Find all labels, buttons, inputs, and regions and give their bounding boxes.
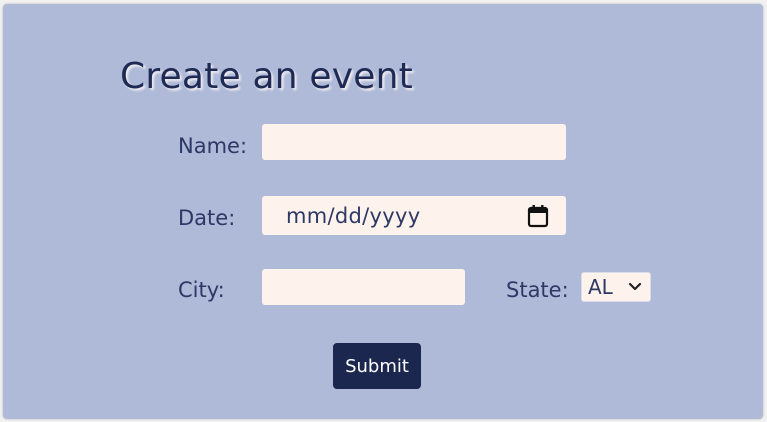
state-select[interactable]: AL [581,272,651,302]
date-label: Date: [178,206,236,230]
submit-button[interactable]: Submit [333,343,421,389]
date-value: mm/dd/yyyy [286,203,421,228]
city-input[interactable] [262,269,465,305]
calendar-icon[interactable] [526,204,550,228]
state-label: State: [506,278,569,302]
chevron-down-icon [628,280,642,294]
page-title: Create an event [120,56,413,97]
name-label: Name: [178,134,248,158]
state-selected-value: AL [588,275,613,299]
date-input[interactable]: mm/dd/yyyy [262,196,566,235]
city-label: City: [178,278,225,302]
name-input[interactable] [262,124,566,160]
event-form-card: Create an event Name: Date: mm/dd/yyyy C… [3,4,763,419]
